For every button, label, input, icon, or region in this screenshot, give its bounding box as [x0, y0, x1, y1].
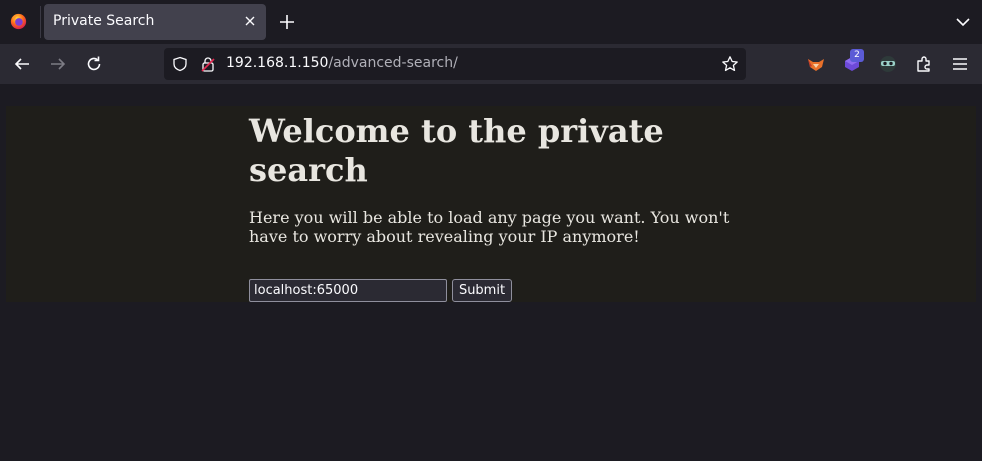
tab-title: Private Search [53, 13, 155, 29]
page-content: Welcome to the private search Here you w… [0, 84, 982, 461]
tab-private-search[interactable]: Private Search [44, 4, 266, 40]
url-host: 192.168.1.150 [226, 55, 329, 71]
submit-button[interactable]: Submit [452, 279, 512, 302]
url-path: /advanced-search/ [328, 55, 458, 71]
tab-separator [40, 6, 41, 38]
firefox-icon[interactable] [10, 13, 27, 30]
page-title: Welcome to the private search [249, 112, 664, 189]
star-icon[interactable] [721, 55, 739, 73]
address-bar[interactable]: 192.168.1.150/advanced-search/ [164, 48, 746, 80]
page-description: Here you will be able to load any page y… [249, 208, 730, 246]
plus-icon[interactable] [278, 13, 296, 31]
hero-section: Welcome to the private search Here you w… [6, 106, 976, 302]
mask-extension-icon[interactable] [878, 54, 898, 74]
extension-badge: 2 [850, 49, 864, 62]
url-input[interactable] [249, 279, 447, 302]
reload-icon[interactable] [85, 55, 103, 73]
forward-arrow-icon [51, 58, 66, 70]
fox-extension-icon[interactable] [806, 54, 826, 74]
back-arrow-icon[interactable] [13, 55, 31, 73]
close-icon[interactable] [242, 13, 258, 29]
navigation-toolbar: 192.168.1.150/advanced-search/ 2 [0, 44, 982, 84]
tab-strip: Private Search [0, 0, 982, 44]
url-text[interactable]: 192.168.1.150/advanced-search/ [226, 55, 458, 71]
chevron-down-icon[interactable] [955, 14, 971, 30]
puzzle-icon[interactable] [914, 54, 934, 74]
lock-icon[interactable] [200, 56, 216, 72]
hamburger-menu-icon[interactable] [950, 54, 970, 74]
shield-icon[interactable] [172, 56, 188, 72]
